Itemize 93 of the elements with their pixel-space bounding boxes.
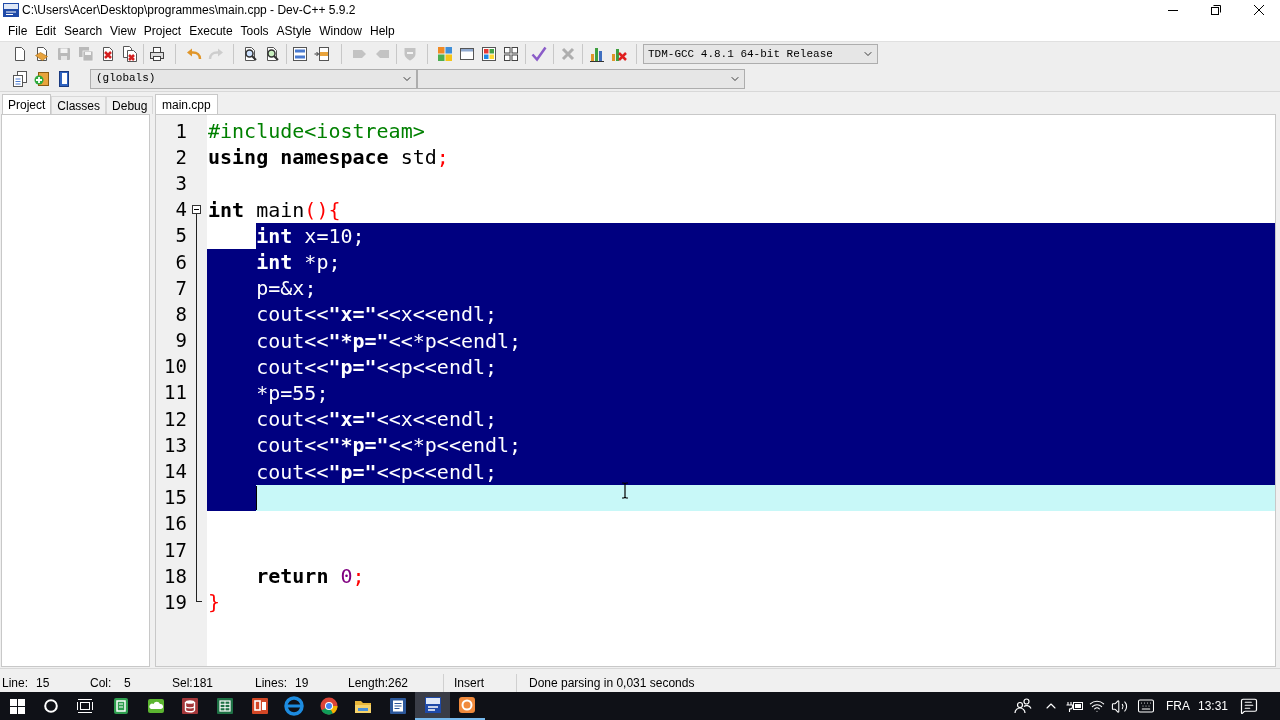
menu-item[interactable]: Execute — [185, 20, 237, 41]
browser-icon — [318, 696, 339, 716]
app-icon — [3, 3, 19, 17]
people-icon — [1014, 698, 1032, 714]
line-number: 17 — [163, 540, 187, 560]
window-title: C:\Users\Acer\Desktop\programmes\main.cpp - Dev-C++ 5.9.2 — [22, 2, 356, 19]
code-line: int *p; — [256, 252, 341, 273]
line-number: 3 — [174, 173, 187, 193]
menu-item[interactable]: Window — [315, 20, 366, 41]
code-line: cout<<"x="<<x<<endl; — [256, 409, 498, 430]
menu-item[interactable]: Edit — [31, 20, 61, 41]
status-value: 5 — [124, 674, 131, 692]
language-indicator[interactable]: FRA — [1161, 692, 1195, 720]
compiler-dropdown[interactable]: TDM-GCC 4.8.1 64-bit Release — [643, 44, 878, 64]
text-cursor-icon — [621, 482, 629, 499]
database-icon — [180, 696, 201, 716]
editor-tab[interactable]: main.cpp — [155, 94, 218, 114]
line-number: 9 — [174, 331, 187, 351]
minimize-icon — [1167, 9, 1178, 11]
status-label: Length: — [348, 674, 388, 692]
add-icon — [34, 70, 50, 87]
menu-item[interactable]: File — [4, 20, 32, 41]
status-label: Line: — [2, 674, 30, 692]
line-number: 11 — [163, 383, 187, 403]
collapse-icon[interactable] — [192, 205, 201, 215]
line-number: 8 — [174, 304, 187, 324]
code-line: using namespace std; — [208, 147, 449, 168]
menu-item[interactable]: Project — [139, 20, 186, 41]
status-label: Sel: — [172, 674, 193, 692]
line-number: 10 — [163, 357, 187, 377]
task-view-icon — [77, 699, 93, 713]
code-line: } — [208, 592, 221, 613]
panel-tab[interactable]: Classes — [51, 96, 107, 114]
book-icon — [56, 70, 72, 87]
circle-app-icon — [457, 695, 478, 715]
browser-icon — [284, 696, 305, 716]
status-value: 19 — [295, 674, 309, 692]
line-number: 16 — [163, 514, 187, 534]
clock[interactable]: 13:31 — [1195, 692, 1231, 720]
status-value: 15 — [36, 674, 50, 692]
code-line: cout<<"x="<<x<<endl; — [256, 304, 498, 325]
menu-item[interactable]: Help — [365, 20, 399, 41]
pages-icon — [12, 70, 28, 87]
status-value: 181 — [193, 674, 214, 692]
line-number: 5 — [174, 226, 187, 246]
line-number: 15 — [163, 488, 187, 508]
line-number: 19 — [163, 592, 187, 612]
code-line: cout<<"*p="<<*p<<endl; — [256, 330, 522, 351]
line-number: 2 — [174, 147, 187, 167]
status-label: Col: — [90, 674, 113, 692]
code-line: p=&x; — [256, 278, 317, 299]
status-message: Done parsing in 0,031 seconds — [528, 674, 695, 692]
close-icon — [1253, 5, 1264, 15]
code-line: int main(){ — [208, 199, 341, 220]
notification-icon — [1240, 697, 1258, 715]
panel-tab[interactable]: Project — [2, 94, 52, 114]
code-line: cout<<"*p="<<*p<<endl; — [256, 435, 522, 456]
code-line: int x=10; — [256, 225, 365, 246]
circle-icon — [44, 699, 58, 713]
windows-logo-icon — [9, 698, 25, 714]
line-number: 13 — [163, 435, 187, 455]
document-icon — [388, 696, 409, 716]
status-label: Lines: — [255, 674, 289, 692]
slides-icon — [249, 696, 270, 716]
line-number: 6 — [174, 252, 187, 272]
battery-plug-icon — [1066, 700, 1084, 712]
panel-tab[interactable]: Debug — [106, 96, 154, 114]
app-icon — [422, 695, 443, 715]
line-number: 18 — [163, 566, 187, 586]
code-line: cout<<"p="<<p<<endl; — [256, 461, 498, 482]
text-caret — [256, 485, 258, 510]
line-number: 7 — [174, 278, 187, 298]
code-line: *p=55; — [256, 382, 329, 403]
taskbar-button[interactable] — [415, 692, 450, 720]
edit-mode: Insert — [453, 674, 485, 692]
line-number: 1 — [174, 121, 187, 141]
menu-item[interactable]: Search — [60, 20, 107, 41]
line-number: 12 — [163, 409, 187, 429]
cloud-icon — [145, 696, 166, 716]
menu-item[interactable]: Tools — [236, 20, 273, 41]
scope-dropdown[interactable]: (globals) — [90, 68, 417, 89]
spreadsheet-icon — [215, 696, 236, 716]
wifi-icon — [1089, 698, 1105, 714]
menu-item[interactable]: View — [106, 20, 140, 41]
menu-item[interactable]: AStyle — [272, 20, 316, 41]
code-line: cout<<"p="<<p<<endl; — [256, 356, 498, 377]
line-number: 14 — [163, 462, 187, 482]
line-number: 4 — [174, 200, 187, 220]
code-line: return 0; — [256, 566, 365, 587]
status-value: 262 — [388, 674, 409, 692]
restore-icon — [1210, 5, 1221, 15]
speaker-icon — [1110, 697, 1128, 715]
code-line: #include<iostream> — [208, 121, 425, 142]
